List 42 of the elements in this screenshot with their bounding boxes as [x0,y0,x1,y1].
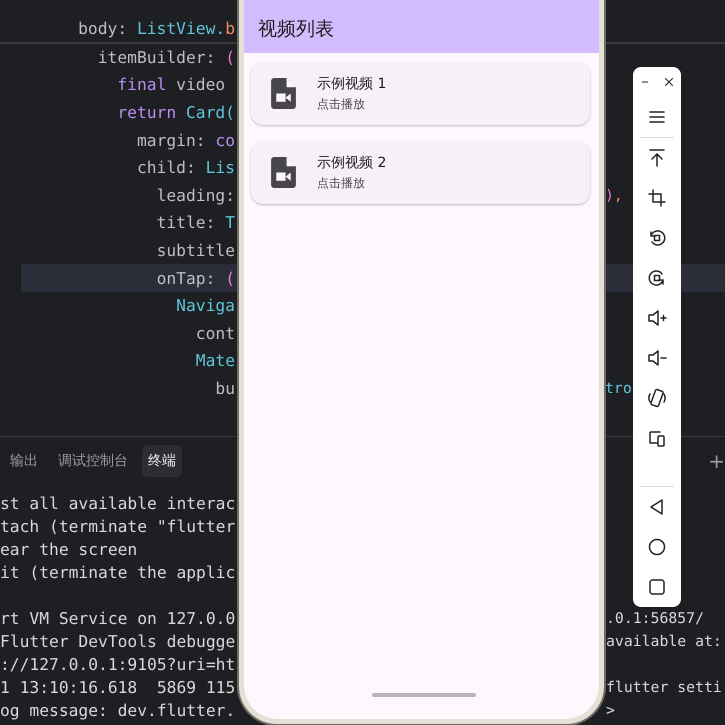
terminal-line: it (terminate the applic [0,563,236,582]
video-file-icon [271,157,296,188]
code-line: bu [215,379,235,398]
code-line: subtitle [156,241,235,260]
terminal-fragment: flutter setti [606,679,722,696]
add-terminal-button[interactable]: + [708,449,725,473]
video-subtitle: 点击播放 [317,96,366,112]
app-title: 视频列表 [258,17,334,42]
panel-tab[interactable]: 输出 [4,445,44,477]
code-line: title: T [156,213,235,232]
video-card[interactable]: 示例视频 2 点击播放 [251,141,590,204]
code-fragment: tro [605,380,632,398]
code-fragment: ), [605,186,623,204]
terminal-line: rt VM Service on 127.0.0 [0,609,236,628]
video-subtitle: 点击播放 [317,174,366,192]
code-line: final video [117,75,226,94]
code-line: cont [196,324,235,343]
code-line: onTap: ( [156,268,235,288]
terminal-line: tach (terminate "flutter [0,517,236,536]
code-line: itemBuilder: ( [98,48,235,67]
panel-tab[interactable]: 调试控制台 [52,445,134,477]
terminal-line: ear the screen [0,540,138,559]
video-card[interactable]: 示例视频 1 点击播放 [251,62,590,125]
terminal-fragment: available at: [606,633,722,650]
code-line: Naviga [176,296,235,316]
video-file-icon [271,78,296,109]
panel-tab[interactable]: 终端 [142,445,182,477]
code-line: return Card( [117,103,235,122]
terminal-line: Flutter DevTools debugge [0,632,236,651]
terminal-line: og message: dev.flutter. [0,701,236,720]
terminal-fragment: .0.1:56857/ [606,610,704,627]
code-line: leading: [156,186,235,205]
terminal-fragment: > [606,702,615,719]
terminal-line: st all available interac [0,494,236,513]
video-title: 示例视频 2 [317,154,386,172]
terminal-line: 1 13:10:16.618 5869 115 [0,678,236,697]
code-line: Mate [196,351,235,370]
video-title: 示例视频 1 [317,74,386,92]
code-line: child: Lis [136,158,235,178]
code-line: margin: co [136,130,235,150]
code-line: body: ListView.b [78,19,235,38]
terminal-line: ://127.0.0.1:9105?uri=ht [0,655,236,674]
